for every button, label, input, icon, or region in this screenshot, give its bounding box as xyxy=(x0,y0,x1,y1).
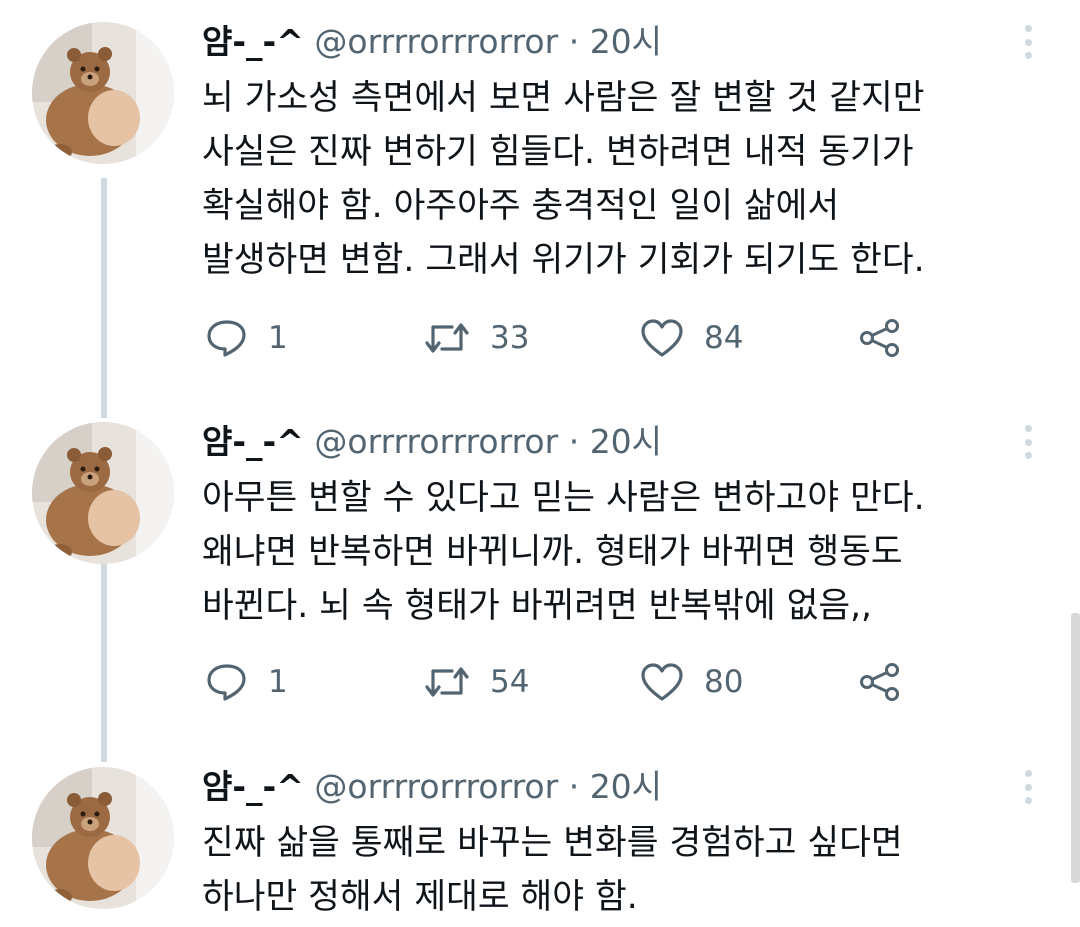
reply-count: 1 xyxy=(268,320,288,356)
tweet-text-line: 뇌 가소성 측면에서 보면 사람은 잘 변할 것 같지만 xyxy=(202,78,925,118)
share-icon xyxy=(860,663,899,701)
retweet-count: 33 xyxy=(490,320,530,356)
separator-dot: · xyxy=(568,767,580,806)
share-icon xyxy=(860,319,899,357)
retweet-button[interactable]: 54 xyxy=(424,662,529,702)
display-name[interactable]: 얌-_-^ xyxy=(202,22,304,61)
avatar[interactable] xyxy=(32,767,174,909)
user-handle[interactable]: @orrrrorrrorror xyxy=(314,767,558,806)
retweet-icon xyxy=(425,667,469,697)
more-vertical-icon[interactable] xyxy=(1018,425,1038,459)
like-count: 84 xyxy=(704,320,744,356)
tweet-header: 얌-_-^ @orrrrorrrorror · 20시 xyxy=(202,20,662,64)
tweet-text: 진짜 삶을 통째로 바꾸는 변화를 경험하고 싶다면 하나만 정해서 제대로 해… xyxy=(202,816,1062,924)
separator-dot: · xyxy=(568,422,580,461)
tweet-text-line: 사실은 진짜 변하기 힘들다. 변하려면 내적 동기가 xyxy=(202,132,914,172)
tweet-text-line: 하나만 정해서 제대로 해야 함. xyxy=(202,877,638,917)
reply-button[interactable]: 1 xyxy=(206,318,288,358)
like-button[interactable]: 80 xyxy=(640,662,743,702)
timestamp[interactable]: 20시 xyxy=(590,422,662,461)
share-button[interactable] xyxy=(858,318,902,358)
display-name[interactable]: 얌-_-^ xyxy=(202,422,304,461)
tweet-header: 얌-_-^ @orrrrorrrorror · 20시 xyxy=(202,765,662,809)
heart-icon xyxy=(641,319,683,357)
more-vertical-icon[interactable] xyxy=(1018,25,1038,59)
tweet-1[interactable]: 얌-_-^ @orrrrorrrorror · 20시 뇌 가소성 측면에서 보… xyxy=(0,0,1080,400)
user-handle[interactable]: @orrrrorrrorror xyxy=(314,22,558,61)
like-button[interactable]: 84 xyxy=(640,318,743,358)
timestamp[interactable]: 20시 xyxy=(590,767,662,806)
more-vertical-icon[interactable] xyxy=(1018,770,1038,804)
reply-button[interactable]: 1 xyxy=(206,662,288,702)
tweet-text-line: 바뀐다. 뇌 속 형태가 바뀌려면 반복밖에 없음,, xyxy=(202,586,873,626)
tweet-3[interactable]: 얌-_-^ @orrrrorrrorror · 20시 진짜 삶을 통째로 바꾸… xyxy=(0,745,1080,927)
reply-icon xyxy=(207,320,246,357)
bear-plush-avatar-image xyxy=(32,767,174,909)
reply-count: 1 xyxy=(268,664,288,700)
reply-icon xyxy=(207,664,246,701)
tweet-text-line: 진짜 삶을 통째로 바꾸는 변화를 경험하고 싶다면 xyxy=(202,823,903,863)
scrollbar[interactable] xyxy=(1071,613,1080,883)
tweet-header: 얌-_-^ @orrrrorrrorror · 20시 xyxy=(202,420,662,464)
heart-icon xyxy=(641,663,683,701)
retweet-icon xyxy=(425,323,469,353)
tweet-2[interactable]: 얌-_-^ @orrrrorrrorror · 20시 아무튼 변할 수 있다고… xyxy=(0,400,1080,745)
tweet-text-line: 왜냐면 반복하면 바뀌니까. 형태가 바뀌면 행동도 xyxy=(202,532,903,572)
retweet-button[interactable]: 33 xyxy=(424,318,529,358)
tweet-text-line: 발생하면 변함. 그래서 위기가 기회가 되기도 한다. xyxy=(202,240,925,280)
like-count: 80 xyxy=(704,664,744,700)
bear-plush-avatar-image xyxy=(32,22,174,164)
tweet-text-line: 확실해야 함. 아주아주 충격적인 일이 삶에서 xyxy=(202,186,840,226)
tweet-text: 뇌 가소성 측면에서 보면 사람은 잘 변할 것 같지만 사실은 진짜 변하기 … xyxy=(202,71,1062,287)
separator-dot: · xyxy=(568,22,580,61)
retweet-count: 54 xyxy=(490,664,530,700)
avatar[interactable] xyxy=(32,22,174,164)
user-handle[interactable]: @orrrrorrrorror xyxy=(314,422,558,461)
share-button[interactable] xyxy=(858,662,902,702)
tweet-text-line: 아무튼 변할 수 있다고 믿는 사람은 변하고야 만다. xyxy=(202,478,925,518)
avatar[interactable] xyxy=(32,422,174,564)
bear-plush-avatar-image xyxy=(32,422,174,564)
timestamp[interactable]: 20시 xyxy=(590,22,662,61)
display-name[interactable]: 얌-_-^ xyxy=(202,767,304,806)
tweet-text: 아무튼 변할 수 있다고 믿는 사람은 변하고야 만다. 왜냐면 반복하면 바뀌… xyxy=(202,471,1062,633)
